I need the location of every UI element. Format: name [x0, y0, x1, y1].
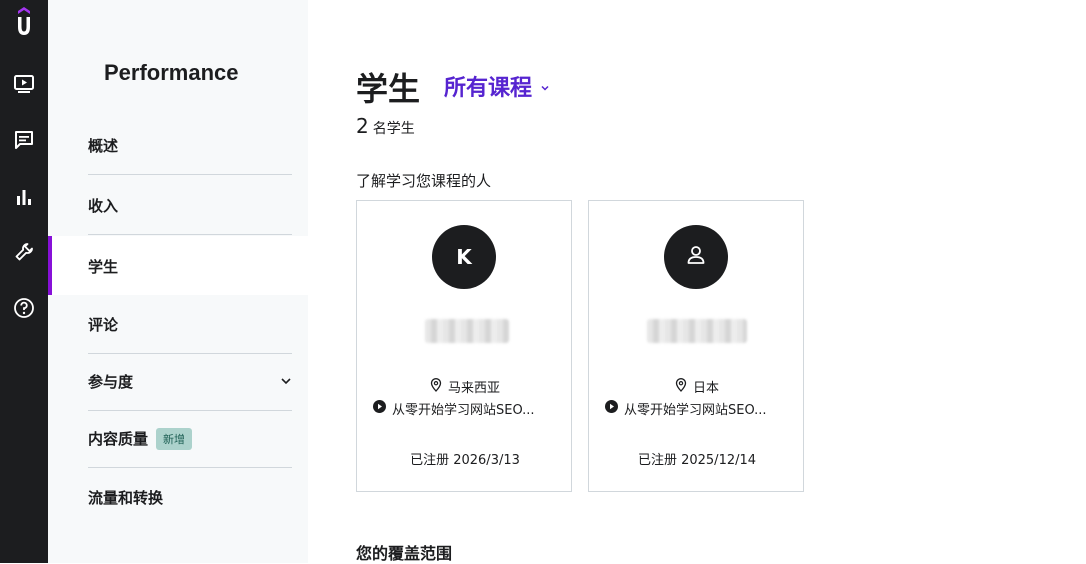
avatar — [664, 225, 728, 289]
chevron-down-icon — [540, 74, 550, 99]
redacted-student-name — [425, 319, 509, 343]
message-icon[interactable] — [0, 120, 48, 160]
course-filter-label: 所有课程 — [444, 76, 533, 101]
student-course: 从零开始学习网站SEO... — [605, 399, 801, 418]
help-icon[interactable] — [0, 288, 48, 328]
course-name: 从零开始学习网站SEO... — [392, 403, 535, 418]
avatar: K — [432, 225, 496, 289]
page-title: 学生 — [356, 70, 421, 108]
location-text: 日本 — [692, 381, 719, 396]
enrollment-date: 已注册 2025/12/14 — [637, 453, 757, 468]
new-badge: 新增 — [156, 427, 193, 450]
location-pin-icon — [675, 377, 687, 396]
location-text: 马来西亚 — [447, 381, 500, 396]
sidebar-item-label: 参与度 — [88, 373, 134, 391]
play-circle-icon — [373, 400, 386, 417]
sidebar-item-traffic-conversion[interactable]: 流量和转换 — [88, 468, 292, 526]
sidebar-item-revenue[interactable]: 收入 — [88, 177, 292, 235]
chevron-down-icon — [280, 373, 292, 391]
course-filter-dropdown[interactable]: 所有课程 — [444, 70, 550, 102]
sidebar-item-label: 评论 — [88, 316, 119, 334]
sidebar-title: Performance — [104, 60, 239, 85]
student-count-number: 2 — [356, 114, 369, 138]
student-count: 2 名学生 — [356, 114, 415, 138]
sidebar-item-students[interactable]: 学生 — [88, 237, 292, 295]
redacted-student-name — [647, 319, 747, 343]
enrollment-date: 已注册 2026/3/13 — [410, 453, 520, 468]
video-course-icon[interactable] — [0, 64, 48, 104]
tools-wrench-icon[interactable] — [0, 232, 48, 272]
play-circle-icon — [605, 400, 618, 417]
student-card[interactable]: K 马来西亚 从零开始学习网站SEO... 已注册 2026/3/13 — [356, 200, 572, 492]
course-name: 从零开始学习网站SEO... — [624, 403, 767, 418]
performance-sidebar: Performance 概述 收入 学生 评论 参与度 内容质量 新增 流量和转… — [48, 0, 308, 563]
sidebar-item-label: 学生 — [88, 257, 119, 276]
student-count-label: 名学生 — [372, 121, 415, 137]
student-card[interactable]: 日本 从零开始学习网站SEO... 已注册 2025/12/14 — [588, 200, 804, 492]
sidebar-item-reviews[interactable]: 评论 — [88, 296, 292, 354]
student-location: 马来西亚 — [357, 377, 573, 396]
section-subtitle: 了解学习您课程的人 — [356, 172, 492, 190]
sidebar-item-content-quality[interactable]: 内容质量 新增 — [88, 410, 292, 468]
sidebar-item-overview[interactable]: 概述 — [88, 117, 292, 175]
user-icon — [685, 244, 707, 271]
sidebar-item-label: 流量和转换 — [88, 488, 164, 507]
student-course: 从零开始学习网站SEO... — [373, 399, 569, 418]
sidebar-item-engagement[interactable]: 参与度 — [88, 353, 292, 411]
performance-chart-icon[interactable] — [0, 177, 48, 217]
sidebar-item-label: 收入 — [88, 197, 119, 215]
coverage-section-title: 您的覆盖范围 — [356, 544, 453, 563]
sidebar-item-label: 概述 — [88, 137, 119, 155]
icon-rail — [0, 0, 48, 563]
location-pin-icon — [430, 377, 442, 396]
sidebar-item-label: 内容质量 — [88, 430, 149, 448]
student-location: 日本 — [589, 377, 805, 396]
udemy-logo-icon[interactable] — [0, 2, 48, 42]
